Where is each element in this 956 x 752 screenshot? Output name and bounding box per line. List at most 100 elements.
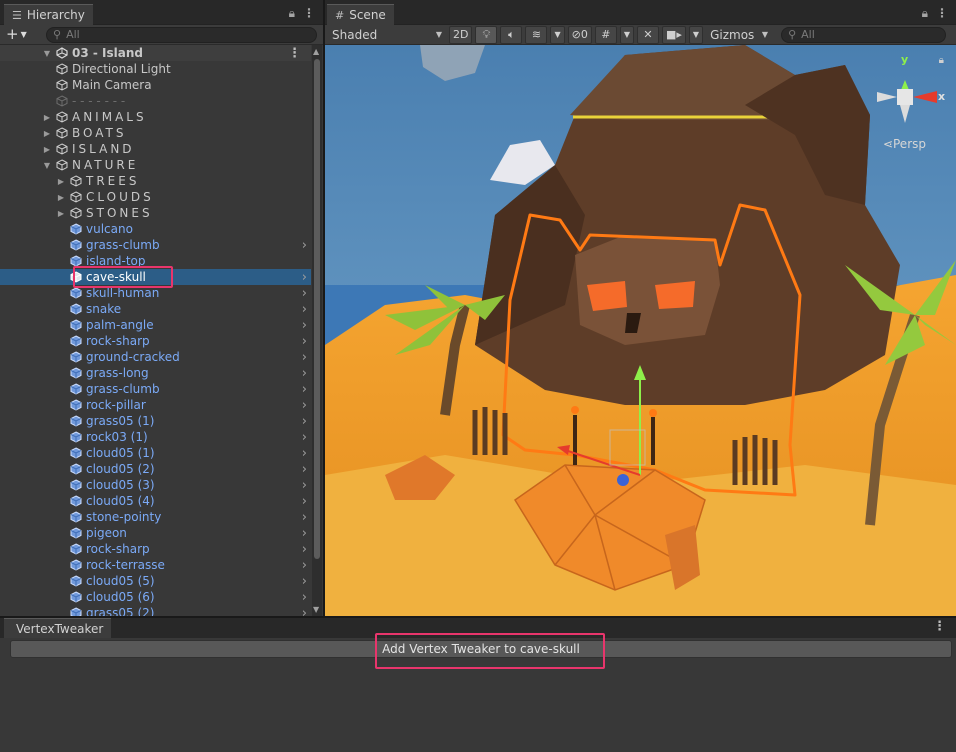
open-prefab-chevron-icon[interactable]: › — [302, 446, 307, 461]
hierarchy-item[interactable]: ▶ ISLAND — [0, 141, 311, 157]
open-prefab-chevron-icon[interactable]: › — [302, 286, 307, 301]
tools-toggle[interactable]: ✕ — [637, 25, 659, 44]
open-prefab-chevron-icon[interactable]: › — [302, 350, 307, 365]
fold-closed-icon[interactable]: ▶ — [54, 209, 68, 218]
hierarchy-item[interactable]: - - - - - - - — [0, 93, 311, 109]
open-prefab-chevron-icon[interactable]: › — [302, 318, 307, 333]
open-prefab-chevron-icon[interactable]: › — [302, 270, 307, 285]
hierarchy-item[interactable]: cloud05 (2) › — [0, 461, 311, 477]
tab-vertex-tweaker[interactable]: VertexTweaker — [4, 618, 112, 638]
hierarchy-item[interactable]: Directional Light — [0, 61, 311, 77]
scene-menu-icon[interactable]: ⋮ — [288, 46, 301, 61]
hierarchy-item[interactable]: stone-pointy › — [0, 509, 311, 525]
hierarchy-item[interactable]: vulcano — [0, 221, 311, 237]
scrollbar-thumb[interactable] — [314, 59, 320, 559]
hierarchy-item-selected[interactable]: cave-skull › — [0, 269, 311, 285]
hierarchy-item[interactable]: ground-cracked › — [0, 349, 311, 365]
add-object-button[interactable]: + ▼ — [6, 27, 40, 42]
hierarchy-scrollbar[interactable]: ▲ ▼ — [312, 45, 322, 616]
tab-hierarchy[interactable]: ☰ Hierarchy — [4, 4, 93, 25]
hierarchy-item[interactable]: skull-human › — [0, 285, 311, 301]
open-prefab-chevron-icon[interactable]: › — [302, 302, 307, 317]
hierarchy-item[interactable]: rock-sharp › — [0, 541, 311, 557]
hierarchy-item[interactable]: ▶ TREES — [0, 173, 311, 189]
hierarchy-item[interactable]: grass05 (1) › — [0, 413, 311, 429]
grid-toggle[interactable]: # — [594, 25, 617, 44]
effects-dropdown[interactable]: ▼ — [550, 25, 565, 44]
open-prefab-chevron-icon[interactable]: › — [302, 382, 307, 397]
open-prefab-chevron-icon[interactable]: › — [302, 558, 307, 573]
open-prefab-chevron-icon[interactable]: › — [302, 590, 307, 605]
hierarchy-item[interactable]: ▶ STONES — [0, 205, 311, 221]
open-prefab-chevron-icon[interactable]: › — [302, 542, 307, 557]
scene-root-row[interactable]: ▼ 03 - Island ⋮ — [0, 45, 311, 61]
hierarchy-item[interactable]: island-top — [0, 253, 311, 269]
audio-toggle[interactable]: 🔈︎ — [500, 25, 523, 44]
scroll-down-icon[interactable]: ▼ — [313, 605, 319, 614]
hierarchy-item[interactable]: ▶ CLOUDS — [0, 189, 311, 205]
gizmos-dropdown[interactable]: Gizmos ▼ — [706, 26, 772, 44]
hierarchy-item[interactable]: rock-terrasse › — [0, 557, 311, 573]
hierarchy-item[interactable]: ▶ BOATS — [0, 125, 311, 141]
toggle-2d-button[interactable]: 2D — [449, 25, 473, 44]
fold-closed-icon[interactable]: ▶ — [40, 113, 54, 122]
hierarchy-item[interactable]: grass-clumb › — [0, 381, 311, 397]
open-prefab-chevron-icon[interactable]: › — [302, 430, 307, 445]
open-prefab-chevron-icon[interactable]: › — [302, 494, 307, 509]
shading-mode-dropdown[interactable]: Shaded ▼ — [328, 26, 446, 44]
hierarchy-item[interactable]: snake › — [0, 301, 311, 317]
projection-toggle[interactable]: ⋖Persp — [883, 137, 926, 151]
grid-dropdown[interactable]: ▼ — [619, 25, 634, 44]
open-prefab-chevron-icon[interactable]: › — [302, 398, 307, 413]
hierarchy-item[interactable]: Main Camera — [0, 77, 311, 93]
open-prefab-chevron-icon[interactable]: › — [302, 238, 307, 253]
add-vertex-tweaker-button[interactable]: Add Vertex Tweaker to cave-skull — [10, 640, 952, 658]
lighting-toggle[interactable]: 💡︎ — [475, 25, 498, 44]
lock-icon[interactable]: 🔒︎ — [289, 6, 295, 21]
hierarchy-item[interactable]: grass05 (2) › — [0, 605, 311, 616]
fold-closed-icon[interactable]: ▶ — [54, 177, 68, 186]
fold-open-icon[interactable]: ▼ — [40, 49, 54, 58]
hierarchy-item[interactable]: ▶ ANIMALS — [0, 109, 311, 125]
open-prefab-chevron-icon[interactable]: › — [302, 366, 307, 381]
fold-open-icon[interactable]: ▼ — [40, 161, 54, 170]
hierarchy-item[interactable]: rock-pillar › — [0, 397, 311, 413]
open-prefab-chevron-icon[interactable]: › — [302, 414, 307, 429]
more-options-icon[interactable]: ⋮ — [933, 619, 946, 634]
hierarchy-item[interactable]: cloud05 (6) › — [0, 589, 311, 605]
hierarchy-item[interactable]: cloud05 (1) › — [0, 445, 311, 461]
hierarchy-item[interactable]: grass-long › — [0, 365, 311, 381]
open-prefab-chevron-icon[interactable]: › — [302, 462, 307, 477]
scene-viewport[interactable]: y x 🔒︎ ⋖Persp — [325, 45, 956, 616]
hierarchy-item[interactable]: cloud05 (3) › — [0, 477, 311, 493]
hierarchy-item[interactable]: ▼ NATURE — [0, 157, 311, 173]
open-prefab-chevron-icon[interactable]: › — [302, 574, 307, 589]
open-prefab-chevron-icon[interactable]: › — [302, 606, 307, 617]
open-prefab-chevron-icon[interactable]: › — [302, 478, 307, 493]
camera-toggle[interactable]: ■▸ — [662, 25, 686, 44]
hierarchy-item[interactable]: palm-angle › — [0, 317, 311, 333]
open-prefab-chevron-icon[interactable]: › — [302, 510, 307, 525]
more-options-icon[interactable]: ⋮ — [936, 6, 948, 21]
fold-closed-icon[interactable]: ▶ — [54, 193, 68, 202]
gizmo-lock-icon[interactable]: 🔒︎ — [939, 55, 944, 66]
hierarchy-search-input[interactable]: ⚲ All — [46, 26, 317, 43]
camera-dropdown[interactable]: ▼ — [688, 25, 704, 44]
effects-toggle[interactable]: ≋ — [525, 25, 548, 44]
fold-closed-icon[interactable]: ▶ — [40, 129, 54, 138]
hierarchy-item[interactable]: cloud05 (4) › — [0, 493, 311, 509]
fold-closed-icon[interactable]: ▶ — [40, 145, 54, 154]
scene-search-input[interactable]: ⚲ All — [781, 26, 947, 43]
more-options-icon[interactable]: ⋮ — [303, 6, 315, 21]
tab-scene[interactable]: # Scene — [327, 4, 394, 25]
open-prefab-chevron-icon[interactable]: › — [302, 334, 307, 349]
scroll-up-icon[interactable]: ▲ — [313, 47, 319, 56]
hierarchy-item[interactable]: pigeon › — [0, 525, 311, 541]
hidden-objects-toggle[interactable]: ⊘ 0 — [567, 25, 592, 44]
hierarchy-item[interactable]: grass-clumb › — [0, 237, 311, 253]
lock-icon[interactable]: 🔒︎ — [922, 6, 928, 21]
hierarchy-item[interactable]: rock03 (1) › — [0, 429, 311, 445]
hierarchy-item[interactable]: cloud05 (5) › — [0, 573, 311, 589]
hierarchy-item[interactable]: rock-sharp › — [0, 333, 311, 349]
open-prefab-chevron-icon[interactable]: › — [302, 526, 307, 541]
